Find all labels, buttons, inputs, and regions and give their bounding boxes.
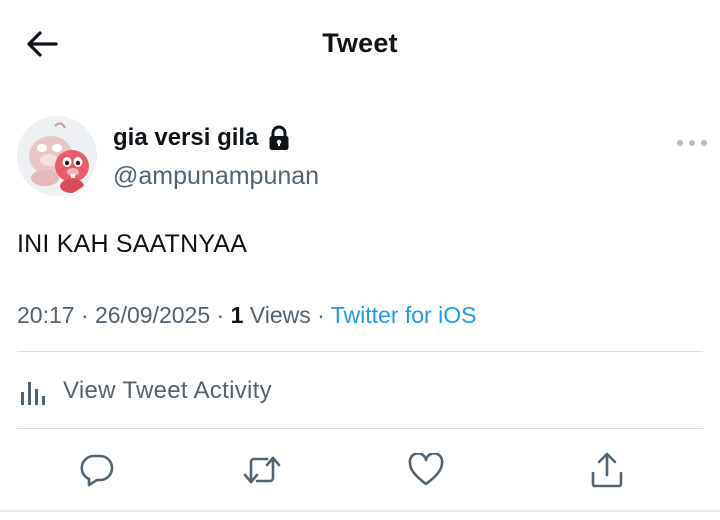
bar-chart-icon: [21, 382, 45, 405]
page-title: Tweet: [322, 28, 398, 58]
view-tweet-activity-button[interactable]: View Tweet Activity: [17, 368, 417, 414]
reply-button[interactable]: [77, 450, 117, 490]
tweet-author: gia versi gila @ampunampunan: [17, 116, 707, 200]
avatar[interactable]: [17, 116, 97, 196]
bottom-divider: [0, 510, 720, 512]
meta-separator: ·: [210, 302, 231, 328]
more-dot: [689, 140, 695, 146]
retweet-icon: [243, 456, 281, 484]
reply-icon: [80, 454, 114, 487]
tweet-date: 26/09/2025: [95, 302, 211, 328]
view-tweet-activity-label: View Tweet Activity: [63, 377, 272, 404]
meta-separator: ·: [74, 302, 96, 328]
display-name-text: gia versi gila: [113, 124, 259, 151]
tweet-source-link[interactable]: Twitter for iOS: [331, 302, 477, 328]
more-horizontal-icon: [677, 140, 683, 146]
more-options-button[interactable]: [677, 136, 707, 150]
tweet-detail-screen: Tweet gia versi gila @ampunampunan INI K…: [0, 0, 720, 520]
tweet-meta: 20:17 · 26/09/2025 · 1 Views · Twitter f…: [17, 302, 476, 329]
tweet-text: INI KAH SAATNYAA: [17, 230, 248, 258]
retweet-button[interactable]: [242, 450, 282, 490]
meta-separator: ·: [310, 302, 331, 328]
beaver-avatar-icon: [17, 116, 97, 196]
divider: [17, 428, 703, 429]
more-dot: [701, 140, 707, 146]
like-button[interactable]: [406, 450, 446, 490]
share-icon: [591, 452, 623, 488]
top-bar: Tweet: [0, 0, 720, 90]
divider: [17, 351, 703, 352]
heart-icon: [408, 453, 444, 486]
tweet-time: 20:17: [17, 302, 75, 328]
display-name[interactable]: gia versi gila: [113, 124, 292, 152]
views-label: Views: [249, 302, 311, 328]
user-handle[interactable]: @ampunampunan: [113, 162, 319, 191]
views-count: 1: [230, 302, 244, 328]
share-button[interactable]: [587, 450, 627, 490]
action-bar: [0, 446, 720, 492]
lock-icon: [268, 125, 292, 151]
